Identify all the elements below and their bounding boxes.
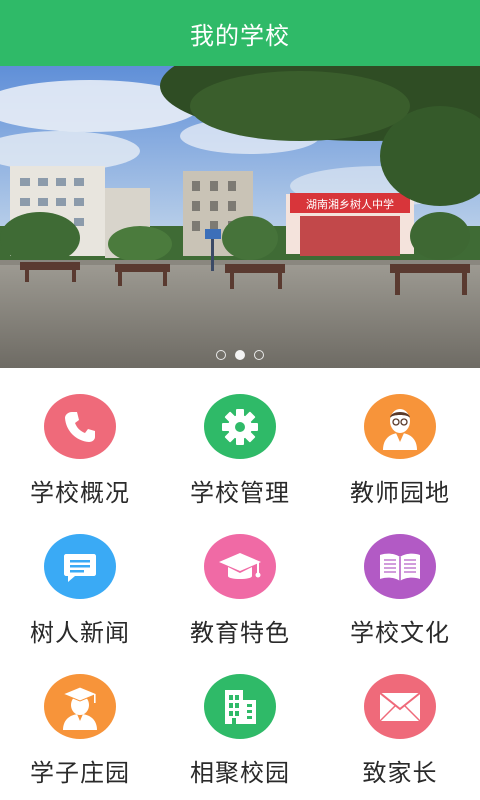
phone-icon [44, 394, 116, 459]
menu-item-school-news[interactable]: 树人新闻 [0, 508, 160, 648]
menu-item-student-garden[interactable]: 学子庄园 [0, 648, 160, 788]
menu-item-school-culture[interactable]: 学校文化 [320, 508, 480, 648]
carousel-dot[interactable] [216, 350, 226, 360]
carousel-dot-active[interactable] [235, 350, 245, 360]
campus-photo: 湖南湘乡树人中学 [0, 66, 480, 368]
book-icon [364, 534, 436, 599]
menu-item-label: 教师园地 [350, 479, 450, 507]
menu-item-label: 学校概况 [30, 479, 130, 507]
banner-carousel[interactable]: 湖南湘乡树人中学 [0, 66, 480, 368]
gear-icon [204, 394, 276, 459]
menu-grid: 学校概况 学校管理 教师园地 树人新闻 教育特色 学校文化 学子庄园 相聚校园 … [0, 368, 480, 800]
page-title: 我的学校 [190, 21, 290, 50]
menu-item-label: 教育特色 [190, 619, 290, 647]
building-icon [204, 674, 276, 739]
app-header: 我的学校 [0, 0, 480, 66]
menu-item-label: 学校管理 [190, 479, 290, 507]
carousel-indicator [0, 350, 480, 360]
menu-item-label: 树人新闻 [30, 619, 130, 647]
menu-item-label: 学校文化 [350, 619, 450, 647]
menu-item-label: 相聚校园 [190, 759, 290, 787]
menu-item-label: 学子庄园 [30, 759, 130, 787]
menu-item-to-parents[interactable]: 致家长 [320, 648, 480, 788]
menu-item-teacher-corner[interactable]: 教师园地 [320, 368, 480, 508]
teacher-icon [364, 394, 436, 459]
student-icon [44, 674, 116, 739]
menu-item-label: 致家长 [362, 759, 438, 787]
graduation-cap-icon [204, 534, 276, 599]
school-sign-text: 湖南湘乡树人中学 [306, 197, 394, 211]
carousel-dot[interactable] [254, 350, 264, 360]
message-icon [44, 534, 116, 599]
menu-item-school-overview[interactable]: 学校概况 [0, 368, 160, 508]
menu-item-education-features[interactable]: 教育特色 [160, 508, 320, 648]
menu-item-campus-gathering[interactable]: 相聚校园 [160, 648, 320, 788]
menu-item-school-management[interactable]: 学校管理 [160, 368, 320, 508]
mail-icon [364, 674, 436, 739]
